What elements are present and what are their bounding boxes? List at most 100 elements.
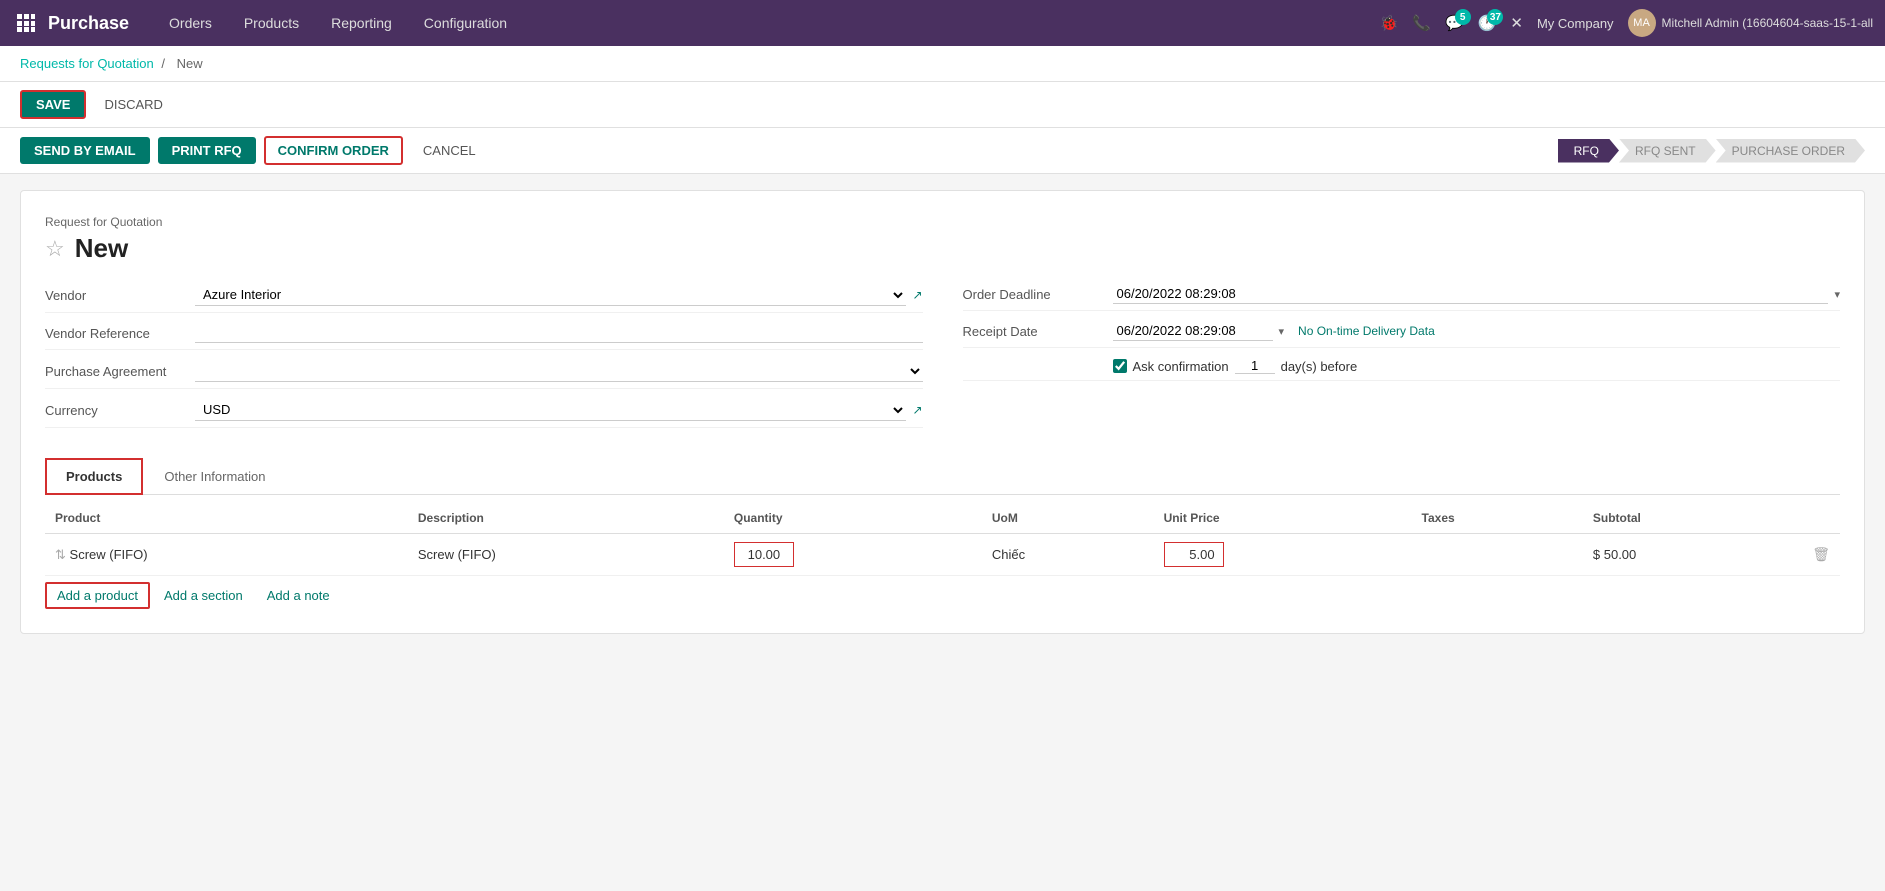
row-handle[interactable]: ⇅	[55, 547, 66, 562]
ask-conf-value: Ask confirmation day(s) before	[1113, 358, 1841, 374]
col-description: Description	[408, 503, 724, 534]
confirm-order-button[interactable]: CONFIRM ORDER	[264, 136, 403, 165]
breadcrumb-parent[interactable]: Requests for Quotation	[20, 56, 154, 71]
user-name: Mitchell Admin (16604604-saas-15-1-all	[1662, 16, 1873, 30]
company-name[interactable]: My Company	[1537, 16, 1614, 31]
purchase-agreement-label: Purchase Agreement	[45, 364, 195, 379]
vendor-external-link[interactable]: ↗	[912, 288, 922, 302]
breadcrumb: Requests for Quotation / New	[0, 46, 1885, 82]
apps-icon[interactable]	[12, 9, 40, 37]
receipt-date-field-row: Receipt Date ▾ No On-time Delivery Data	[963, 321, 1841, 348]
send-email-button[interactable]: SEND BY EMAIL	[20, 137, 150, 164]
discard-button[interactable]: DISCARD	[94, 92, 173, 117]
vendor-ref-value	[195, 323, 923, 343]
save-button[interactable]: SAVE	[20, 90, 86, 119]
vendor-ref-field-row: Vendor Reference	[45, 323, 923, 350]
save-discard-bar: SAVE DISCARD	[0, 82, 1885, 128]
receipt-date-label: Receipt Date	[963, 324, 1113, 339]
order-deadline-label: Order Deadline	[963, 287, 1113, 302]
vendor-label: Vendor	[45, 288, 195, 303]
purchase-agreement-field-row: Purchase Agreement	[45, 360, 923, 389]
breadcrumb-separator: /	[161, 56, 165, 71]
favorite-icon[interactable]: ☆	[45, 236, 65, 262]
vendor-select[interactable]: Azure Interior	[195, 284, 906, 306]
chat-badge: 5	[1455, 9, 1471, 25]
print-rfq-button[interactable]: PRINT RFQ	[158, 137, 256, 164]
add-section-button[interactable]: Add a section	[154, 584, 253, 607]
clock-badge: 37	[1487, 9, 1503, 25]
status-actions: SEND BY EMAIL PRINT RFQ CONFIRM ORDER CA…	[20, 136, 488, 165]
main-content: Request for Quotation ☆ New Vendor Azure…	[0, 174, 1885, 650]
tab-other-information[interactable]: Other Information	[143, 458, 286, 495]
order-deadline-input[interactable]	[1113, 284, 1829, 304]
tab-products[interactable]: Products	[45, 458, 143, 495]
fields-left: Vendor Azure Interior ↗ Vendor Reference	[45, 284, 923, 438]
order-deadline-value: ▾	[1113, 284, 1841, 304]
delete-icon[interactable]: 🗑	[1812, 546, 1830, 562]
purchase-agreement-select[interactable]	[195, 360, 923, 382]
form-title-row: ☆ New	[45, 233, 1840, 264]
fields-right: Order Deadline ▾ Receipt Date ▾ No On-ti…	[963, 284, 1841, 438]
tabs: Products Other Information	[45, 458, 1840, 495]
nav-configuration[interactable]: Configuration	[408, 0, 523, 46]
table-row: ⇅ Screw (FIFO) Screw (FIFO) 10.00 Chiếc …	[45, 534, 1840, 576]
row-product: ⇅ Screw (FIFO)	[45, 534, 408, 576]
chat-icon[interactable]: 💬 5	[1445, 14, 1464, 32]
receipt-date-input[interactable]	[1113, 321, 1273, 341]
vendor-value: Azure Interior ↗	[195, 284, 923, 306]
no-delivery-label: No On-time Delivery Data	[1298, 324, 1435, 338]
col-unit-price: Unit Price	[1154, 503, 1412, 534]
ask-conf-days-input[interactable]	[1235, 358, 1275, 374]
currency-field-row: Currency USD ↗	[45, 399, 923, 428]
row-delete[interactable]: 🗑	[1802, 534, 1840, 576]
order-deadline-dropdown[interactable]: ▾	[1834, 288, 1840, 301]
user-menu[interactable]: MA Mitchell Admin (16604604-saas-15-1-al…	[1628, 9, 1873, 37]
pipeline-step-rfq[interactable]: RFQ	[1558, 139, 1619, 163]
pipeline: RFQ RFQ SENT PURCHASE ORDER	[1558, 139, 1865, 163]
vendor-ref-input[interactable]	[195, 323, 923, 343]
currency-value: USD ↗	[195, 399, 923, 421]
add-row: Add a product Add a section Add a note	[45, 582, 1840, 609]
form-fields: Vendor Azure Interior ↗ Vendor Reference	[45, 284, 1840, 438]
receipt-date-value: ▾ No On-time Delivery Data	[1113, 321, 1841, 341]
currency-external-link[interactable]: ↗	[912, 403, 922, 417]
ask-conf-suffix: day(s) before	[1281, 359, 1358, 374]
cancel-button[interactable]: CANCEL	[411, 137, 488, 164]
settings-icon[interactable]: ✕	[1510, 14, 1523, 32]
status-bar: SEND BY EMAIL PRINT RFQ CONFIRM ORDER CA…	[0, 128, 1885, 174]
ask-conf-label: Ask confirmation	[1133, 359, 1229, 374]
vendor-ref-label: Vendor Reference	[45, 326, 195, 341]
table-header: Product Description Quantity UoM Unit Pr…	[45, 503, 1840, 534]
nav-reporting[interactable]: Reporting	[315, 0, 408, 46]
col-product: Product	[45, 503, 408, 534]
vendor-field-row: Vendor Azure Interior ↗	[45, 284, 923, 313]
currency-select[interactable]: USD	[195, 399, 906, 421]
nav-right: 🐞 📞 💬 5 🕐 37 ✕ My Company MA Mitchell Ad…	[1380, 9, 1873, 37]
order-deadline-field-row: Order Deadline ▾	[963, 284, 1841, 311]
row-taxes	[1412, 534, 1583, 576]
col-subtotal: Subtotal	[1583, 503, 1802, 534]
bug-icon[interactable]: 🐞	[1380, 14, 1399, 32]
receipt-date-dropdown[interactable]: ▾	[1279, 325, 1285, 338]
pipeline-step-rfq-sent[interactable]: RFQ SENT	[1619, 139, 1716, 163]
ask-conf-checkbox[interactable]	[1113, 359, 1127, 373]
phone-icon[interactable]: 📞	[1412, 14, 1431, 32]
clock-icon[interactable]: 🕐 37	[1478, 14, 1497, 32]
nav-products[interactable]: Products	[228, 0, 315, 46]
nav-orders[interactable]: Orders	[153, 0, 228, 46]
brand-logo[interactable]: Purchase	[48, 13, 129, 34]
breadcrumb-current: New	[177, 56, 203, 71]
ask-confirmation-row: Ask confirmation day(s) before	[963, 358, 1841, 381]
ask-conf-checkbox-row: Ask confirmation day(s) before	[1113, 358, 1358, 374]
quantity-cell[interactable]: 10.00	[734, 542, 794, 567]
unit-price-cell[interactable]: 5.00	[1164, 542, 1224, 567]
form-type-label: Request for Quotation	[45, 215, 1840, 229]
form-card: Request for Quotation ☆ New Vendor Azure…	[20, 190, 1865, 634]
add-product-button[interactable]: Add a product	[45, 582, 150, 609]
pipeline-step-purchase-order[interactable]: PURCHASE ORDER	[1716, 139, 1865, 163]
add-note-button[interactable]: Add a note	[257, 584, 340, 607]
row-unit-price[interactable]: 5.00	[1154, 534, 1412, 576]
row-quantity[interactable]: 10.00	[724, 534, 982, 576]
row-subtotal: $ 50.00	[1583, 534, 1802, 576]
row-uom: Chiếc	[982, 534, 1154, 576]
